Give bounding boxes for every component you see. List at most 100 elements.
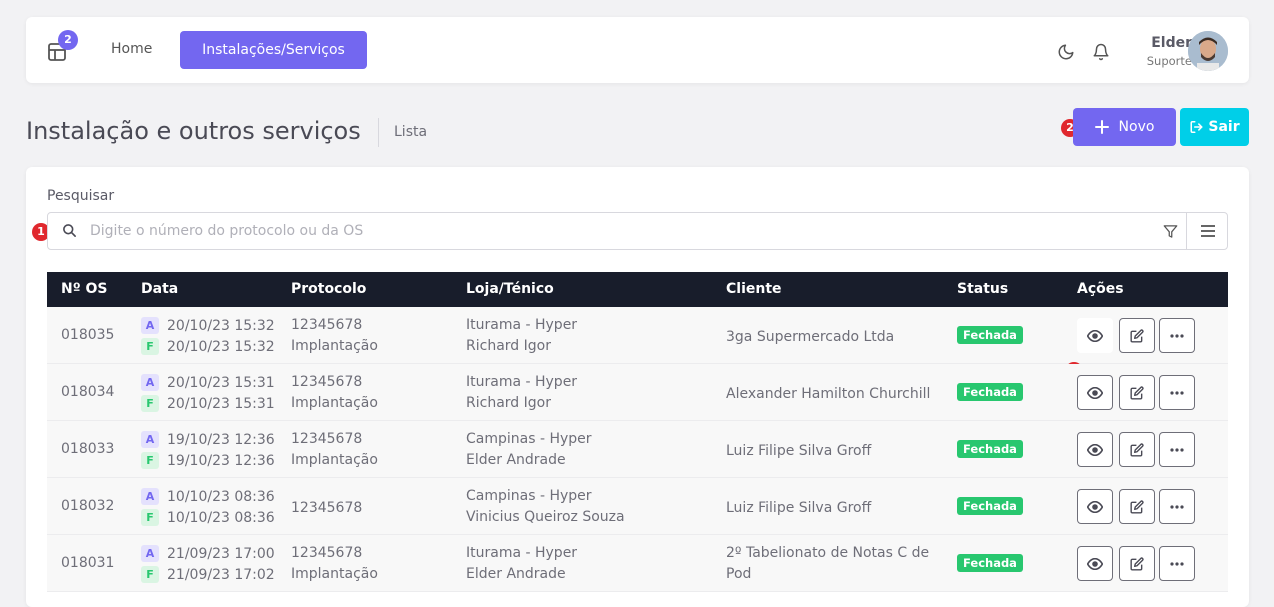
cliente-name: Luiz Filipe Silva Groff xyxy=(726,500,872,516)
more-button[interactable] xyxy=(1159,375,1195,410)
more-button[interactable] xyxy=(1159,432,1195,467)
date-abertura: 21/09/23 17:00 xyxy=(167,545,275,562)
tecnico-name: Elder Andrade xyxy=(466,452,566,468)
tag-abertura: A xyxy=(141,431,159,448)
loja-name: Iturama - Hyper xyxy=(466,374,578,390)
table-row[interactable]: 018031 A 21/09/23 17:00 F 21/09/23 17:02 1… xyxy=(47,535,1228,592)
os-number: 018034 xyxy=(61,384,115,400)
dates-cell: A 19/10/23 12:36 F 19/10/23 12:36 xyxy=(141,429,275,471)
service-type: Implantação xyxy=(291,338,378,354)
more-button[interactable] xyxy=(1159,318,1195,353)
dates-cell: A 21/09/23 17:00 F 21/09/23 17:02 xyxy=(141,543,275,585)
date-fechamento: 19/10/23 12:36 xyxy=(167,452,275,469)
col-header-data: Data xyxy=(141,281,179,297)
table-row[interactable]: 018034 A 20/10/23 15:31 F 20/10/23 15:31 1… xyxy=(47,364,1228,421)
search-bar xyxy=(47,212,1228,250)
tecnico-name: Vinicius Queiroz Souza xyxy=(466,509,625,525)
tag-abertura: A xyxy=(141,488,159,505)
top-navbar: 2 Home Instalações/Serviços Elder Suport… xyxy=(26,17,1249,83)
tecnico-name: Elder Andrade xyxy=(466,566,566,582)
edit-button[interactable] xyxy=(1119,489,1155,524)
nav-home-link[interactable]: Home xyxy=(111,41,152,57)
table-row[interactable]: 018035 A 20/10/23 15:32 F 20/10/23 15:32 1… xyxy=(47,307,1228,380)
edit-button[interactable] xyxy=(1119,546,1155,581)
protocolo-cell: 12345678 xyxy=(291,498,362,519)
col-header-loja-tecnico: Loja/Ténico xyxy=(466,281,554,297)
date-fechamento: 21/09/23 17:02 xyxy=(167,566,275,583)
view-button[interactable] xyxy=(1077,489,1113,524)
status-badge: Fechada xyxy=(957,497,1023,515)
loja-tecnico-cell: Iturama - Hyper Richard Igor xyxy=(466,372,577,414)
date-abertura: 20/10/23 15:31 xyxy=(167,374,275,391)
edit-icon xyxy=(1130,556,1144,571)
bell-icon[interactable] xyxy=(1092,42,1110,66)
eye-icon xyxy=(1087,557,1103,570)
cliente-name: Luiz Filipe Silva Groff xyxy=(726,443,872,459)
more-horizontal-icon xyxy=(1170,333,1184,338)
protocolo-cell: 12345678 Implantação xyxy=(291,429,378,471)
date-fechamento: 20/10/23 15:31 xyxy=(167,395,275,412)
more-horizontal-icon xyxy=(1170,504,1184,509)
filter-icon[interactable] xyxy=(1152,213,1188,249)
date-fechamento: 20/10/23 15:32 xyxy=(167,338,275,355)
dates-cell: A 20/10/23 15:32 F 20/10/23 15:32 xyxy=(141,315,275,357)
user-name: Elder xyxy=(1151,35,1192,51)
page-title: Instalação e outros serviços xyxy=(26,117,361,145)
loja-name: Campinas - Hyper xyxy=(466,431,592,447)
col-header-os: Nº OS xyxy=(61,281,108,297)
log-out-icon xyxy=(1190,120,1203,134)
protocolo-cell: 12345678 Implantação xyxy=(291,543,378,585)
avatar[interactable] xyxy=(1188,31,1228,71)
date-abertura: 20/10/23 15:32 xyxy=(167,317,275,334)
service-type: Implantação xyxy=(291,566,378,582)
eye-icon xyxy=(1087,500,1103,513)
col-header-protocolo: Protocolo xyxy=(291,281,367,297)
dates-cell: A 20/10/23 15:31 F 20/10/23 15:31 xyxy=(141,372,275,414)
title-divider xyxy=(378,118,379,147)
user-role: Suporte xyxy=(1146,54,1192,68)
edit-icon xyxy=(1130,385,1144,400)
tecnico-name: Richard Igor xyxy=(466,395,551,411)
nav-instalacoes-servicos[interactable]: Instalações/Serviços xyxy=(180,31,367,69)
table-row[interactable]: 018033 A 19/10/23 12:36 F 19/10/23 12:36 1… xyxy=(47,421,1228,478)
edit-button[interactable] xyxy=(1119,432,1155,467)
tecnico-name: Richard Igor xyxy=(466,338,551,354)
cliente-name: Alexander Hamilton Churchill xyxy=(726,386,931,402)
menu-icon[interactable] xyxy=(1186,213,1228,249)
col-header-status: Status xyxy=(957,281,1009,297)
exit-button[interactable]: Sair xyxy=(1180,108,1249,146)
loja-name: Campinas - Hyper xyxy=(466,488,592,504)
protocolo-cell: 12345678 Implantação xyxy=(291,372,378,414)
view-button[interactable] xyxy=(1077,318,1113,353)
more-horizontal-icon xyxy=(1170,390,1184,395)
protocolo-number: 12345678 xyxy=(291,545,363,561)
table-row[interactable]: 018032 A 10/10/23 08:36 F 10/10/23 08:36 1… xyxy=(47,478,1228,535)
table-header: Nº OS Data Protocolo Loja/Ténico Cliente… xyxy=(47,272,1228,307)
new-button[interactable]: Novo xyxy=(1073,108,1176,146)
view-button[interactable] xyxy=(1077,546,1113,581)
more-horizontal-icon xyxy=(1170,561,1184,566)
status-badge: Fechada xyxy=(957,383,1023,401)
more-button[interactable] xyxy=(1159,546,1195,581)
loja-name: Iturama - Hyper xyxy=(466,545,578,561)
edit-button[interactable] xyxy=(1119,318,1155,353)
search-input[interactable] xyxy=(90,213,1140,249)
view-button[interactable] xyxy=(1077,375,1113,410)
protocolo-cell: 12345678 Implantação xyxy=(291,315,378,357)
tag-fechamento: F xyxy=(141,338,159,355)
col-header-cliente: Cliente xyxy=(726,281,782,297)
cliente-name: 2º Tabelionato de Notas C de Pod xyxy=(726,543,929,585)
tag-fechamento: F xyxy=(141,566,159,583)
edit-button[interactable] xyxy=(1119,375,1155,410)
eye-icon xyxy=(1087,329,1103,342)
status-badge: Fechada xyxy=(957,440,1023,458)
service-type: Implantação xyxy=(291,395,378,411)
eye-icon xyxy=(1087,386,1103,399)
search-icon xyxy=(62,223,77,242)
moon-icon[interactable] xyxy=(1057,43,1075,65)
date-abertura: 10/10/23 08:36 xyxy=(167,488,275,505)
more-button[interactable] xyxy=(1159,489,1195,524)
loja-tecnico-cell: Campinas - Hyper Elder Andrade xyxy=(466,429,592,471)
status-badge: Fechada xyxy=(957,554,1023,572)
view-button[interactable] xyxy=(1077,432,1113,467)
